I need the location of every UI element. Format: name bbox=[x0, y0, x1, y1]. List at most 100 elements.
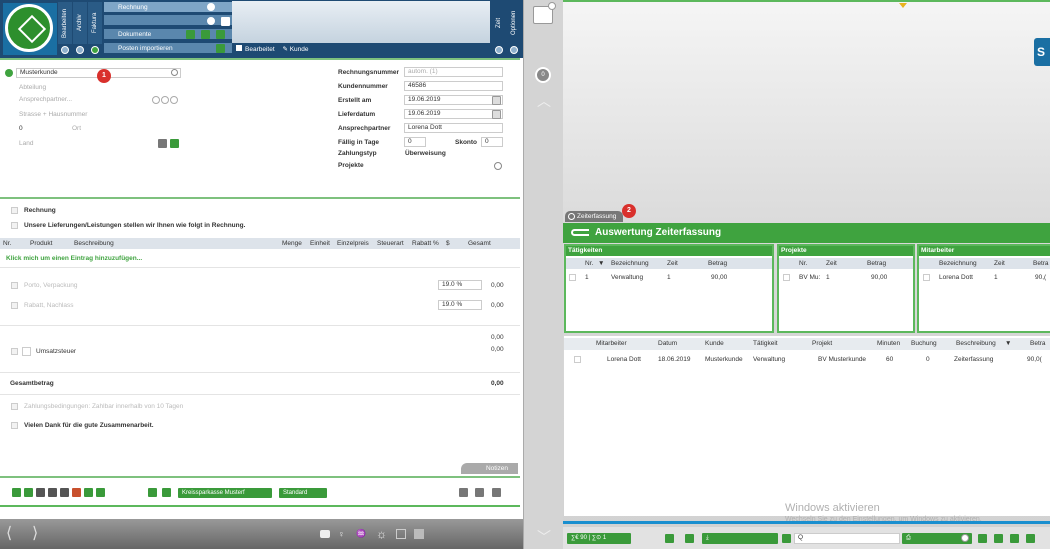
document-icon[interactable] bbox=[36, 488, 45, 497]
rechnung-checkbox[interactable] bbox=[11, 207, 18, 214]
filter-icon[interactable] bbox=[665, 534, 674, 543]
saveas-icon[interactable] bbox=[24, 488, 33, 497]
row-checkbox[interactable] bbox=[574, 356, 581, 363]
notizen-tab[interactable]: Notizen bbox=[461, 463, 518, 474]
skonto-input[interactable]: 0 bbox=[481, 137, 503, 147]
settings-icon[interactable] bbox=[459, 488, 468, 497]
window-icon[interactable] bbox=[396, 529, 406, 539]
nav-forward-icon[interactable] bbox=[76, 46, 84, 54]
add-icon-2[interactable] bbox=[207, 17, 215, 25]
export-button[interactable]: ⤓ bbox=[702, 533, 778, 544]
ort-field[interactable]: Ort bbox=[72, 125, 81, 132]
porto-tax-select[interactable]: 19.0 % bbox=[438, 280, 482, 290]
kunde-label[interactable]: Kunde bbox=[290, 46, 309, 53]
contact-dropdown-icon[interactable] bbox=[170, 96, 178, 104]
add-position-icon[interactable] bbox=[148, 488, 157, 497]
calendar-icon-2[interactable] bbox=[492, 110, 501, 119]
strasse-field[interactable]: Strasse + Hausnummer bbox=[19, 111, 87, 118]
sort-icon[interactable]: ▼ bbox=[1005, 338, 1011, 349]
porto-label[interactable]: Porto, Verpackung bbox=[24, 282, 77, 289]
land-field[interactable]: Land bbox=[19, 140, 33, 147]
rabatt-checkbox[interactable] bbox=[11, 302, 18, 309]
scroll-up-icon[interactable]: ︿ bbox=[532, 94, 556, 108]
search-icon[interactable] bbox=[782, 534, 791, 543]
import-icon[interactable] bbox=[216, 44, 225, 53]
print-icon[interactable] bbox=[201, 30, 210, 39]
contact-card-icon[interactable] bbox=[170, 139, 179, 148]
kundennummer-input[interactable]: 46586 bbox=[404, 81, 503, 91]
side-app-icon[interactable]: S bbox=[1034, 38, 1050, 66]
plz-field[interactable]: 0 bbox=[19, 125, 23, 132]
template-icon[interactable] bbox=[162, 488, 171, 497]
sun-icon[interactable]: ☼ bbox=[376, 527, 390, 541]
chart-icon[interactable]: ♒ bbox=[356, 529, 370, 539]
archive-icon[interactable] bbox=[96, 488, 105, 497]
ansprechpartner-field[interactable]: Ansprechpartner... bbox=[19, 96, 72, 103]
lieferdatum-input[interactable]: 19.06.2019 bbox=[404, 109, 503, 119]
standard-select[interactable]: Standard bbox=[279, 488, 327, 498]
delete-icon[interactable] bbox=[994, 534, 1003, 543]
tab-bearbeiten[interactable]: Bearbeiten bbox=[58, 2, 72, 44]
danke-checkbox[interactable] bbox=[11, 422, 18, 429]
tools-icon[interactable] bbox=[492, 488, 501, 497]
bulb-icon[interactable]: ♀ bbox=[338, 529, 348, 539]
row-checkbox[interactable] bbox=[923, 274, 930, 281]
export-icon[interactable] bbox=[221, 17, 230, 26]
print-icon[interactable] bbox=[48, 488, 57, 497]
map-icon[interactable] bbox=[158, 139, 167, 148]
tab-collapse-icon[interactable] bbox=[568, 213, 575, 220]
prev-page-icon[interactable]: ⟨ bbox=[6, 525, 16, 543]
counter-badge[interactable]: 0 bbox=[535, 67, 551, 83]
optionen-button-icon[interactable] bbox=[510, 46, 518, 54]
search-input[interactable]: Q bbox=[794, 533, 900, 544]
tab-optionen[interactable]: Optionen bbox=[507, 2, 521, 44]
layout-icon[interactable] bbox=[475, 488, 484, 497]
search-icon[interactable] bbox=[186, 30, 195, 39]
customer-dropdown-icon[interactable] bbox=[171, 69, 178, 76]
print-dropdown-icon[interactable] bbox=[961, 534, 969, 542]
tab-zeit[interactable]: Zeit bbox=[492, 2, 506, 44]
danke-text[interactable]: Vielen Dank für die gute Zusammenarbeit. bbox=[24, 422, 154, 429]
add-contact-icon[interactable] bbox=[152, 96, 160, 104]
save-icon[interactable] bbox=[1026, 534, 1035, 543]
zeit-button-icon[interactable] bbox=[495, 46, 503, 54]
save-icon[interactable] bbox=[12, 488, 21, 497]
bank-select[interactable]: Kreissparkasse Musterf bbox=[178, 488, 272, 498]
pdf-icon[interactable] bbox=[72, 488, 81, 497]
add-icon[interactable] bbox=[1010, 534, 1019, 543]
book-icon[interactable] bbox=[414, 529, 424, 539]
mail-icon[interactable] bbox=[216, 30, 225, 39]
nav-back-icon[interactable] bbox=[61, 46, 69, 54]
ust-toggle[interactable] bbox=[22, 347, 31, 356]
projekte-add-icon[interactable] bbox=[494, 162, 502, 170]
bearbeitet-checkbox[interactable] bbox=[236, 45, 242, 51]
mail-icon[interactable] bbox=[84, 488, 93, 497]
ansprechpartner-input[interactable]: Lorena Dott bbox=[404, 123, 503, 133]
tab-faktura[interactable]: Faktura bbox=[88, 2, 102, 44]
collapse-arrow-icon[interactable] bbox=[899, 3, 907, 8]
abteilung-field[interactable]: Abteilung bbox=[19, 84, 46, 91]
remove-contact-icon[interactable] bbox=[161, 96, 169, 104]
zahlung-text[interactable]: Zahlungsbedingungen: Zahlbar innerhalb v… bbox=[24, 403, 183, 410]
faellig-input[interactable]: 0 bbox=[404, 137, 426, 147]
tab-archiv[interactable]: Archiv bbox=[73, 2, 87, 44]
next-page-icon[interactable]: ⟩ bbox=[32, 525, 42, 543]
refresh-icon[interactable] bbox=[685, 534, 694, 543]
play-icon[interactable] bbox=[91, 46, 99, 54]
porto-checkbox[interactable] bbox=[11, 282, 18, 289]
copy-icon[interactable] bbox=[60, 488, 69, 497]
zahlung-checkbox[interactable] bbox=[11, 403, 18, 410]
rabatt-label[interactable]: Rabatt, Nachlass bbox=[24, 302, 74, 309]
rechnungsnummer-input[interactable]: autom. (1) bbox=[404, 67, 503, 77]
video-icon[interactable] bbox=[320, 530, 330, 538]
calendar-icon[interactable] bbox=[492, 96, 501, 105]
erstellt-am-input[interactable]: 19.06.2019 bbox=[404, 95, 503, 105]
rabatt-tax-select[interactable]: 19.0 % bbox=[438, 300, 482, 310]
row-checkbox[interactable] bbox=[569, 274, 576, 281]
intro-text[interactable]: Unsere Lieferungen/Leistungen stellen wi… bbox=[24, 222, 245, 229]
view-icon[interactable] bbox=[978, 534, 987, 543]
ust-checkbox[interactable] bbox=[11, 348, 18, 355]
bar-posten-importieren[interactable]: Posten importieren bbox=[104, 43, 232, 54]
intro-checkbox[interactable] bbox=[11, 222, 18, 229]
add-entry-link[interactable]: Klick mich um einen Eintrag hinzuzufügen… bbox=[6, 255, 142, 262]
